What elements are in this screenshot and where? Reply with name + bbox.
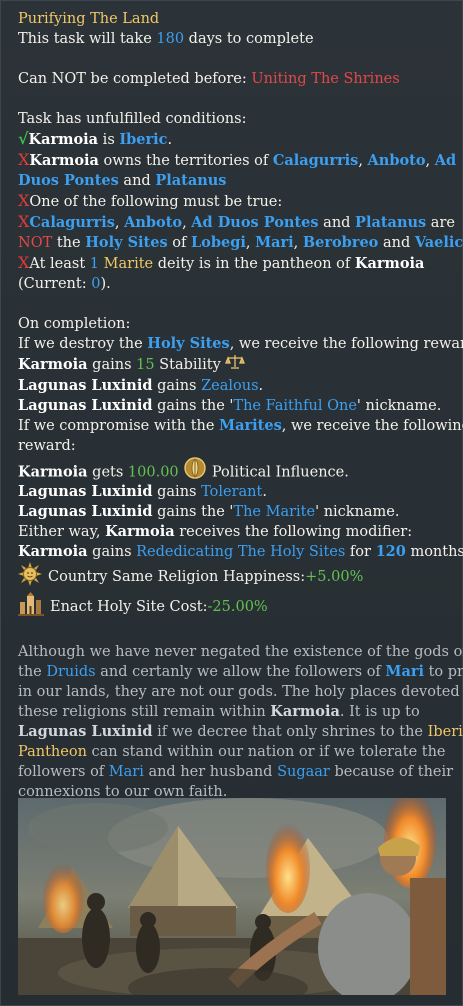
modifier-happiness: Country Same Religion Happiness: +5.00% <box>18 562 452 592</box>
condition-culture: √Karmoia is Iberic. <box>18 129 173 148</box>
mission-tooltip-panel: Purifying The Land This task will take 1… <box>0 0 463 1006</box>
reward-nickname-marite: Lagunas Luxinid gains the 'The Marite' n… <box>18 503 400 520</box>
checkmark-icon: √ <box>18 129 29 148</box>
reward-nickname-faithful: Lagunas Luxinid gains the 'The Faithful … <box>18 397 442 414</box>
option-destroy: If we destroy the Holy Sites, we receive… <box>18 335 463 352</box>
option-compromise: If we compromise with the Marites, we re… <box>18 417 463 434</box>
cross-icon: X <box>18 212 30 231</box>
flavor-text: Although we have never negated the exist… <box>18 644 463 800</box>
reward-influence: Karmoia gets 100.00 Political Influence. <box>18 456 452 482</box>
condition-one-of: XOne of the following must be true: <box>18 191 283 210</box>
mission-prerequisite: Can NOT be completed before: Uniting The… <box>18 71 400 87</box>
tooltip-content: Purifying The Land This task will take 1… <box>18 9 463 802</box>
condition-territories: XKarmoia owns the territories of Calagur… <box>18 150 457 169</box>
condition-territories-cont: Duos Pontes and Platanus <box>18 172 227 189</box>
either-way-line: Either way, Karmoia receives the followi… <box>18 523 413 540</box>
reward-stability: Karmoia gains 15 Stability <box>18 354 452 376</box>
mission-title: Purifying The Land <box>18 11 160 27</box>
completion-header: On completion: <box>18 316 131 332</box>
condition-holy-sites-cont: NOT the Holy Sites of Lobegi, Mari, Bero… <box>18 234 463 251</box>
reward-trait-zealous: Lagunas Luxinid gains Zealous. <box>18 377 264 394</box>
condition-deity: XAt least 1 Marite deity is in the panth… <box>18 253 425 272</box>
sun-face-icon <box>18 562 42 592</box>
conditions-header: Task has unfulfilled conditions: <box>18 111 247 127</box>
cross-icon: X <box>18 191 30 210</box>
mission-duration: This task will take 180 days to complete <box>18 31 314 47</box>
modifier-line: Karmoia gains Rededicating The Holy Site… <box>18 543 463 560</box>
modifier-holy-site-cost: Enact Holy Site Cost: -25.00% <box>18 592 452 622</box>
scales-icon <box>225 354 246 376</box>
mission-illustration <box>18 798 446 995</box>
holy-site-icon <box>18 592 44 622</box>
condition-deity-current: (Current: 0). <box>18 276 111 292</box>
condition-holy-sites: XCalagurris, Anboto, Ad Duos Pontes and … <box>18 212 455 231</box>
reward-trait-tolerant: Lagunas Luxinid gains Tolerant. <box>18 483 267 500</box>
cross-icon: X <box>18 150 30 169</box>
cross-icon: X <box>18 253 30 272</box>
option-compromise-cont: reward: <box>18 438 76 454</box>
